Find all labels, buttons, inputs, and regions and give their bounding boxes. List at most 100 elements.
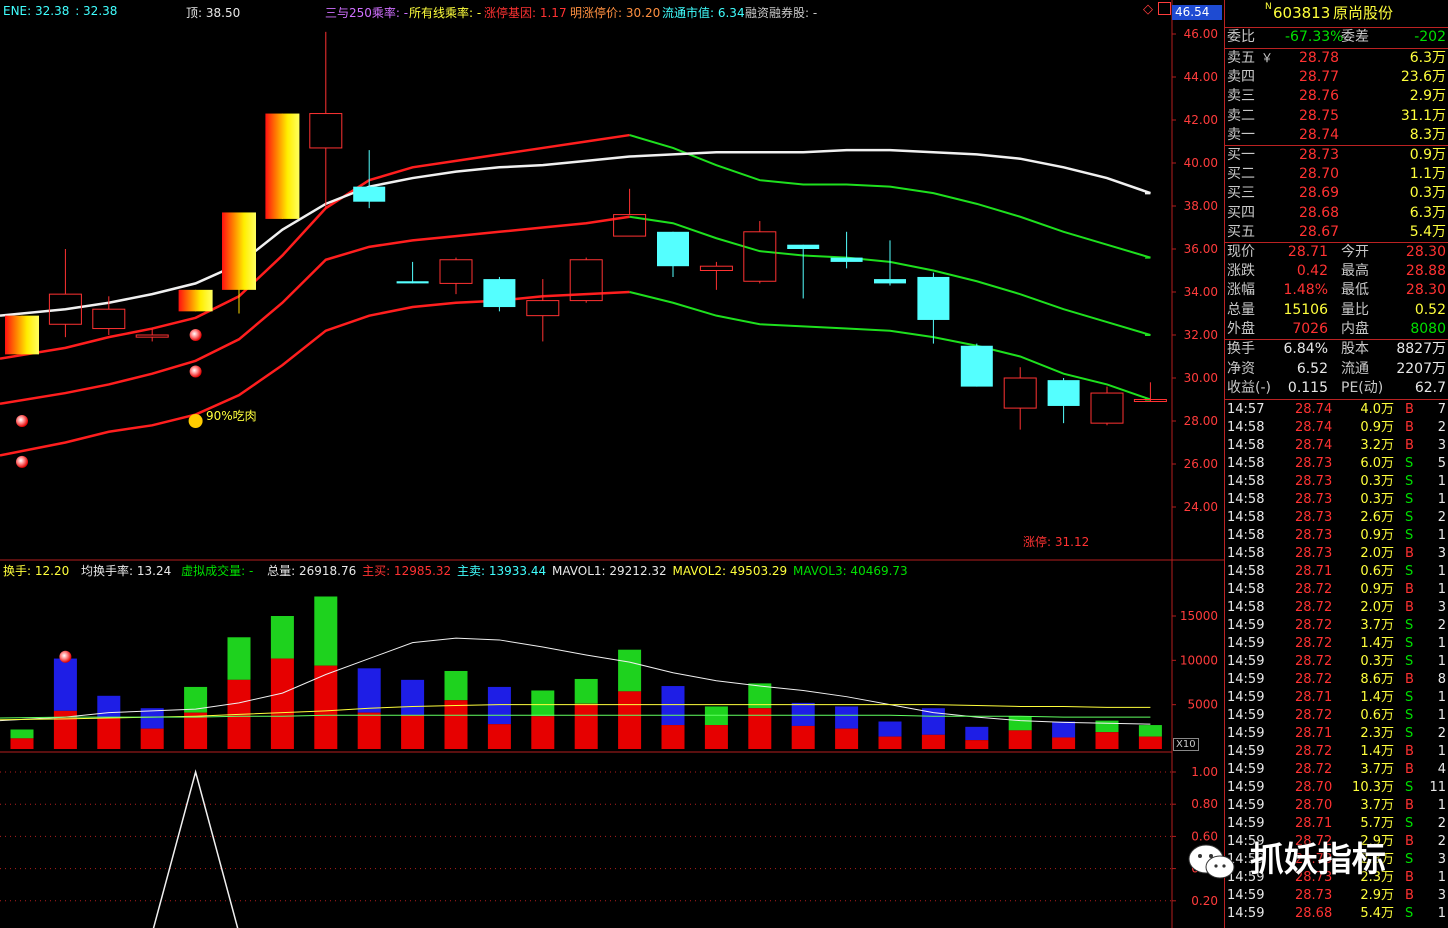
tick-side: B — [1405, 762, 1414, 777]
tick-price: 28.72 — [1295, 744, 1333, 759]
tick-count: 3 — [1437, 852, 1446, 867]
tick-row: 14:59 28.68 5.4万 S 1 — [1227, 904, 1446, 923]
mid_band-red — [0, 215, 630, 406]
main-sell: 主卖: 13933.44 — [457, 564, 547, 578]
bid-row: 买三 28.69 0.3万 — [1227, 184, 1446, 203]
stat2-row: 收益(-) 0.115 PE(动) 62.7 — [1227, 379, 1446, 398]
tick-time: 14:59 — [1227, 816, 1265, 831]
tick-volume: 0.6万 — [1360, 708, 1394, 723]
tick-side: B — [1405, 600, 1414, 615]
tick-price: 28.73 — [1295, 528, 1333, 543]
ask-price: 28.76 — [1299, 88, 1340, 105]
volume-header: 换手: 12.20 均换手率: 13.24 虚拟成交量: - 总量: 26918… — [3, 562, 910, 579]
tick-time: 14:58 — [1227, 492, 1265, 507]
volume-bar-top — [270, 616, 294, 659]
y-tick-label: 42.00 — [1184, 113, 1218, 127]
tick-row: 14:59 28.70 3.7万 B 1 — [1227, 796, 1446, 815]
tick-price: 28.73 — [1295, 510, 1333, 525]
tick-time: 14:59 — [1227, 690, 1265, 705]
tick-price: 28.70 — [1295, 780, 1333, 795]
tick-time: 14:58 — [1227, 474, 1265, 489]
tick-count: 1 — [1437, 870, 1446, 885]
tick-row: 14:58 28.73 2.6万 S 2 — [1227, 508, 1446, 527]
white-line — [0, 148, 1151, 317]
tick-count: 2 — [1437, 726, 1446, 741]
tick-row: 14:59 28.71 2.3万 S 2 — [1227, 724, 1446, 743]
tick-count: 11 — [1429, 780, 1446, 795]
tick-volume: 2.0万 — [1360, 546, 1394, 561]
volume-bar — [444, 700, 468, 749]
tick-volume: 5.7万 — [1360, 816, 1394, 831]
stat-value: 28.71 — [1287, 244, 1328, 260]
candle-limit-up — [178, 289, 213, 312]
volume-bar-top — [227, 637, 251, 680]
bid-row: 买二 28.70 1.1万 — [1227, 165, 1446, 184]
candle-up — [1003, 377, 1037, 409]
tick-time: 14:59 — [1227, 762, 1265, 777]
tick-row: 14:59 28.72 3.7万 B 4 — [1227, 760, 1446, 779]
ask-label: 卖一 — [1227, 126, 1255, 143]
top-value: 顶: 38.50 — [186, 6, 241, 20]
tick-count: 1 — [1437, 906, 1446, 921]
tick-volume: 0.3万 — [1360, 654, 1394, 669]
tick-price: 28.71 — [1295, 816, 1333, 831]
tick-row: 14:58 28.71 0.6万 S 1 — [1227, 562, 1446, 581]
ask-row: 卖五 28.78 6.3万 ￥ — [1227, 49, 1446, 68]
bid-row: 买五 28.67 5.4万 — [1227, 223, 1446, 242]
stat2-label: 净资 — [1227, 360, 1255, 377]
diamond-icon[interactable]: ◇ — [1143, 2, 1153, 17]
volume-bar — [531, 716, 555, 749]
bid-volume: 0.9万 — [1409, 147, 1446, 163]
tick-time: 14:58 — [1227, 510, 1265, 525]
volume-bar — [487, 724, 511, 749]
tick-side: S — [1405, 726, 1414, 741]
stat2-value-2: 8827万 — [1396, 341, 1446, 357]
tick-side: B — [1405, 402, 1414, 417]
tick-time: 14:58 — [1227, 528, 1265, 543]
tick-row: 14:59 28.70 10.3万 S 11 — [1227, 778, 1446, 797]
tick-row: 14:58 28.73 0.3万 S 1 — [1227, 490, 1446, 509]
tick-time: 14:59 — [1227, 780, 1265, 795]
tick-count: 1 — [1437, 528, 1446, 543]
vol-tick-label: 5000 — [1187, 698, 1218, 712]
tick-volume: 1.4万 — [1360, 744, 1394, 759]
signal-ball-icon — [189, 329, 202, 341]
tick-count: 1 — [1437, 654, 1446, 669]
tick-price: 28.72 — [1295, 672, 1333, 687]
tick-row: 14:59 28.72 0.3万 S 1 — [1227, 652, 1446, 671]
weibi-label: 委比 — [1227, 29, 1255, 45]
ask-price: 28.75 — [1299, 107, 1340, 124]
tick-volume: 3.7万 — [1360, 798, 1394, 813]
tick-row: 14:59 28.73 2.9万 B 3 — [1227, 886, 1446, 905]
tick-row: 14:59 28.72 1.4万 B 1 — [1227, 742, 1446, 761]
tick-price: 28.72 — [1295, 600, 1333, 615]
tick-row: 14:59 28.71 5.7万 S 2 — [1227, 814, 1446, 833]
watermark: 抓妖指标 — [1186, 832, 1386, 882]
y-tick-label: 32.00 — [1184, 328, 1218, 342]
volume-bar — [704, 725, 728, 749]
new-tag: N — [1265, 2, 1272, 12]
tick-price: 28.73 — [1295, 546, 1333, 561]
tick-count: 1 — [1437, 708, 1446, 723]
stat-label: 外盘 — [1227, 320, 1255, 337]
tick-volume: 3.2万 — [1360, 438, 1394, 453]
ask-volume: 6.3万 — [1409, 50, 1446, 66]
tick-count: 3 — [1437, 438, 1446, 453]
volume-bar — [97, 717, 121, 749]
eat-annotation: 90%吃肉 — [206, 409, 257, 423]
tick-price: 28.72 — [1295, 636, 1333, 651]
signal-ball-icon — [189, 365, 202, 378]
stat-label: 涨跌 — [1227, 263, 1255, 280]
tick-side: S — [1405, 708, 1414, 723]
tick-volume: 2.6万 — [1360, 510, 1394, 525]
volume-bar — [921, 734, 945, 749]
window-toggle-icon[interactable] — [1158, 2, 1171, 15]
volume-bar-top — [401, 679, 425, 716]
weicha-value: -202 — [1414, 29, 1446, 45]
avg-turnover: 均换手率: 13.24 — [81, 564, 172, 578]
volume-bar — [1052, 737, 1076, 749]
tick-time: 14:59 — [1227, 888, 1265, 903]
tick-side: S — [1405, 816, 1414, 831]
stat-label-2: 量比 — [1341, 301, 1369, 318]
ask-row: 卖四 28.77 23.6万 — [1227, 68, 1446, 87]
